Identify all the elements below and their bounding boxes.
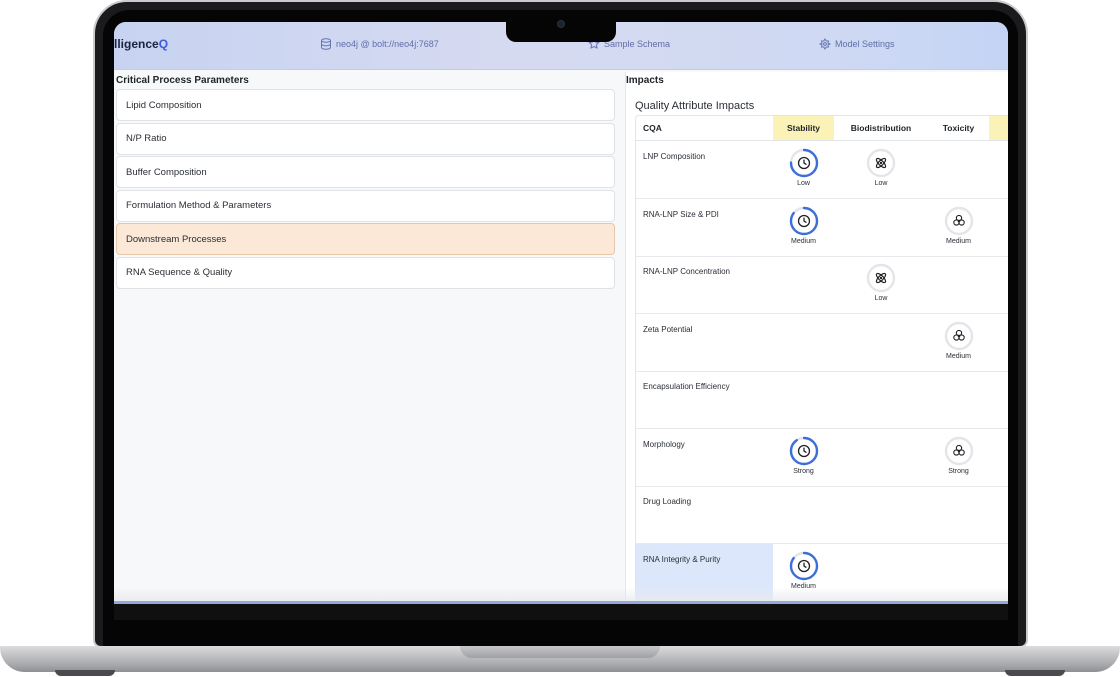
impact-level-label: Medium	[791, 237, 816, 245]
cpp-item[interactable]: RNA Sequence & Quality	[116, 256, 615, 289]
connection-label: neo4j @ bolt://neo4j:7687	[336, 39, 439, 49]
cpp-item[interactable]: Downstream Processes	[116, 223, 615, 255]
cpp-item-label: RNA Sequence & Quality	[126, 267, 233, 278]
impact-level-label: Strong	[948, 467, 969, 475]
biohazard-icon	[944, 321, 973, 350]
laptop-foot	[55, 670, 115, 676]
cqa-name: Zeta Potential	[643, 324, 693, 334]
cpp-item[interactable]: Buffer Composition	[116, 156, 615, 188]
cpp-item[interactable]: Formulation Method & Parameters	[116, 189, 615, 222]
app-screen: lligenceQ neo4j @ bolt://neo4j:7687 Samp…	[114, 22, 1008, 604]
impact-level-label: Low	[874, 295, 888, 302]
clock-icon	[789, 148, 818, 178]
atom-icon	[866, 148, 896, 178]
impact-cell[interactable]: Low	[851, 263, 911, 302]
cpp-item[interactable]: N/P Ratio	[116, 122, 615, 155]
impacts-table[interactable]: CQAStabilityBiodistributionToxicityThe L…	[635, 115, 1008, 604]
cpp-title: Critical Process Parameters	[116, 75, 249, 86]
cpp-item-label: Formulation Method & Parameters	[126, 200, 272, 211]
brand-suffix: Q	[158, 37, 169, 51]
model-settings-button[interactable]: Model Settings	[819, 38, 895, 50]
cpp-item[interactable]: Lipid Composition	[116, 89, 615, 121]
table-row[interactable]: Drug Loading	[636, 486, 1008, 544]
impact-cell[interactable]: Medium	[929, 206, 989, 245]
settings-icon	[819, 38, 831, 50]
table-row[interactable]: Morphology Strong Strong	[636, 429, 1008, 487]
impact-cell[interactable]: Medium	[774, 551, 834, 590]
bottom-bar	[114, 601, 1008, 604]
impact-level-label: Low	[797, 180, 810, 187]
camera-icon	[557, 20, 565, 28]
cpp-list: Lipid Composition N/P Ratio Buffer Composi…	[116, 89, 615, 290]
table-row[interactable]: Zeta Potential Medium	[636, 314, 1008, 372]
cpp-item-label: Buffer Composition	[126, 166, 207, 178]
table-row[interactable]: Encapsulation Efficiency	[636, 371, 1008, 429]
cqa-name: RNA-LNP Concentration	[643, 267, 731, 276]
impact-level-label: Medium	[946, 352, 971, 360]
impacts-title: Impacts	[626, 75, 664, 86]
clock-icon	[789, 436, 818, 465]
cpp-item-label: Lipid Composition	[126, 99, 202, 111]
cqa-name: Drug Loading	[643, 497, 692, 506]
impact-cell[interactable]: Medium	[929, 321, 989, 360]
cpp-item-label: N/P Ratio	[126, 133, 167, 144]
brand-name: lligence	[114, 37, 159, 51]
database-icon	[321, 38, 331, 50]
impacts-panel: Impacts Quality Attribute Impacts CQA Sta…	[625, 72, 1008, 604]
quality-attribute-title: Quality Attribute Impacts	[635, 100, 755, 112]
impact-level-label: Low	[874, 180, 888, 187]
cqa-name: LNP Composition	[643, 152, 706, 161]
impact-level-label: Strong	[793, 467, 814, 475]
table-row[interactable]: RNA-LNP Concentration Low	[636, 256, 1008, 314]
model-settings-label: Model Settings	[835, 39, 895, 49]
column-header[interactable]: CQA	[636, 116, 773, 140]
impact-cell[interactable]: Strong	[929, 436, 989, 475]
column-header[interactable]: Biodistribution	[834, 116, 928, 140]
impact-cell[interactable]: Low	[851, 148, 911, 187]
impact-cell[interactable]: Low	[774, 148, 834, 187]
table-row[interactable]: RNA-LNP Size & PDI Medium Medium	[636, 199, 1008, 257]
laptop-bezel-bottom	[114, 604, 1008, 620]
sample-schema-label: Sample Schema	[604, 39, 671, 49]
biohazard-icon	[944, 436, 973, 465]
impact-cell[interactable]: Medium	[774, 206, 834, 245]
brand-logo[interactable]: lligenceQ	[114, 37, 168, 51]
table-header: CQAStabilityBiodistributionToxicityThe	[636, 116, 1008, 141]
laptop-foot	[1005, 670, 1065, 676]
table-row[interactable]: LNP Composition Low Low	[636, 141, 1008, 199]
clock-icon	[789, 551, 818, 580]
column-header[interactable]: Toxicity	[928, 116, 989, 140]
impact-cell[interactable]: Strong	[774, 436, 834, 475]
cqa-name: RNA-LNP Size & PDI	[643, 209, 719, 219]
impact-level-label: Medium	[946, 237, 971, 245]
clock-icon	[789, 206, 818, 235]
column-header[interactable]: Stability	[773, 116, 834, 140]
laptop-base-notch	[460, 646, 660, 658]
cqa-name: Morphology	[643, 439, 685, 449]
cpp-item-label: Downstream Processes	[126, 233, 227, 245]
biohazard-icon	[944, 206, 973, 235]
column-header[interactable]: The	[989, 116, 1008, 140]
cqa-name: Encapsulation Efficiency	[643, 382, 730, 391]
atom-icon	[866, 263, 896, 293]
connection-indicator[interactable]: neo4j @ bolt://neo4j:7687	[320, 38, 439, 50]
